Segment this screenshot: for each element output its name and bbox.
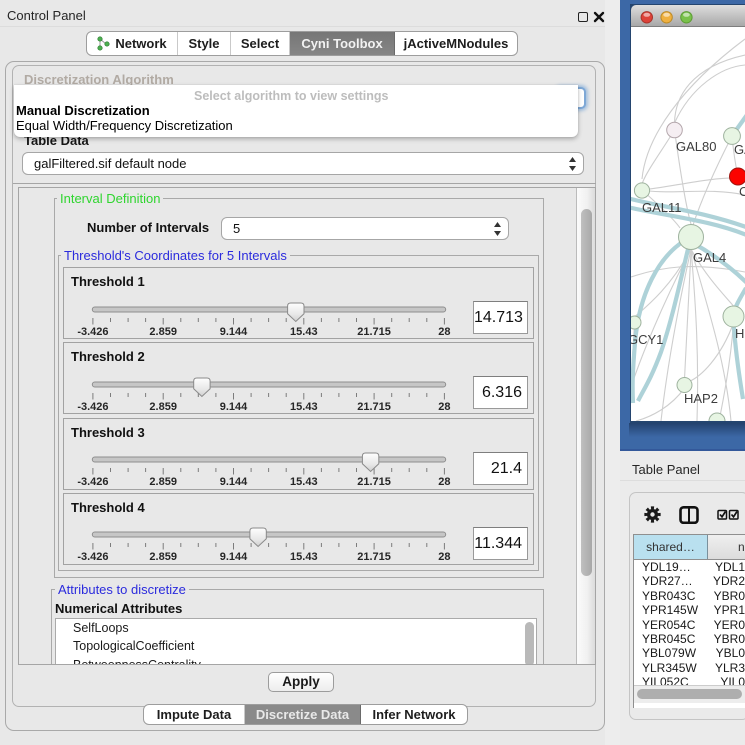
svg-text:GA: GA: [734, 142, 745, 157]
svg-text:GAL80: GAL80: [676, 139, 716, 154]
svg-text:GAL11: GAL11: [642, 200, 682, 215]
svg-text:C: C: [739, 184, 745, 199]
svg-text:H: H: [735, 326, 744, 341]
svg-text:GAL4: GAL4: [693, 250, 726, 265]
svg-text:GCY1: GCY1: [631, 332, 663, 347]
svg-text:HAP2: HAP2: [684, 391, 718, 406]
